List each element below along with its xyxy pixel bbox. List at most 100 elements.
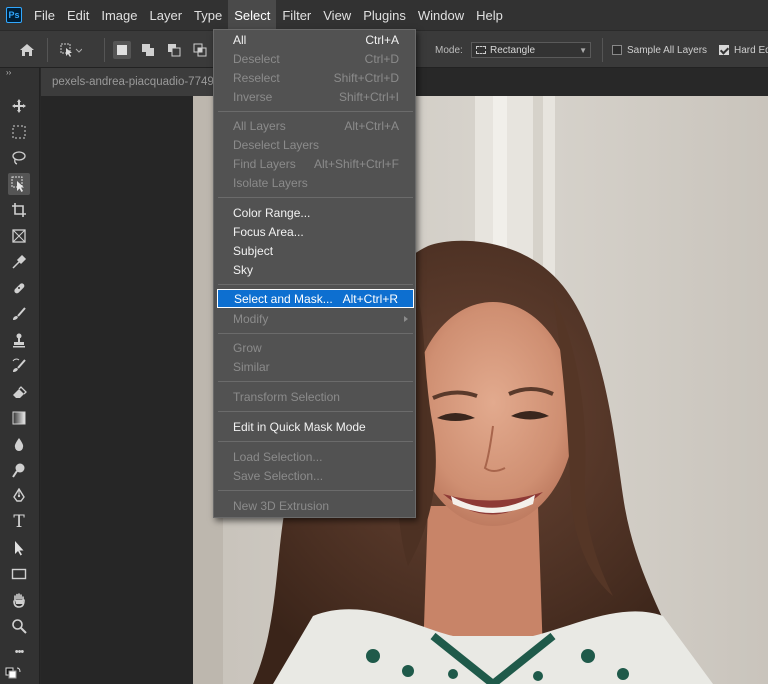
menu-select[interactable]: Select bbox=[228, 0, 277, 30]
menu-item-inverse[interactable]: Inverse Shift+Ctrl+I bbox=[217, 87, 414, 106]
tool-preset-picker[interactable] bbox=[60, 31, 82, 69]
menu-image[interactable]: Image bbox=[95, 0, 143, 30]
shortcut-label: Ctrl+A bbox=[365, 32, 399, 47]
tools-panel: ›› T ••• bbox=[0, 68, 40, 684]
menu-file[interactable]: File bbox=[28, 0, 61, 30]
hand-tool[interactable] bbox=[8, 589, 30, 611]
collapse-panel-icon[interactable]: ›› bbox=[6, 68, 11, 77]
menu-item-subject[interactable]: Subject bbox=[217, 241, 414, 260]
blur-tool[interactable] bbox=[8, 433, 30, 455]
menu-item-deselect[interactable]: Deselect Ctrl+D bbox=[217, 49, 414, 68]
menu-filter[interactable]: Filter bbox=[276, 0, 317, 30]
clone-stamp-icon bbox=[13, 333, 25, 348]
home-icon[interactable] bbox=[19, 31, 35, 69]
zoom-tool[interactable] bbox=[8, 615, 30, 637]
options-separator bbox=[47, 31, 48, 69]
history-brush-tool[interactable] bbox=[8, 355, 30, 377]
menu-item-focus-area[interactable]: Focus Area... bbox=[217, 222, 414, 241]
clone-stamp-tool[interactable] bbox=[8, 329, 30, 351]
move-tool[interactable] bbox=[8, 95, 30, 117]
menu-item-select-and-mask[interactable]: Select and Mask... Alt+Ctrl+R bbox=[217, 289, 414, 308]
intersect-selection-icon bbox=[193, 43, 207, 57]
pen-tool[interactable] bbox=[8, 485, 30, 507]
more-tools-button[interactable]: ••• bbox=[8, 641, 30, 663]
rectangle-tool[interactable] bbox=[8, 563, 30, 585]
lasso-tool[interactable] bbox=[8, 147, 30, 169]
menu-bar: Ps File Edit Image Layer Type Select Fil… bbox=[0, 0, 768, 30]
menu-item-sky[interactable]: Sky bbox=[217, 260, 414, 279]
subtract-selection-mode-button[interactable] bbox=[165, 31, 183, 69]
menu-item-all-layers[interactable]: All Layers Alt+Ctrl+A bbox=[217, 116, 414, 135]
select-menu-dropdown: All Ctrl+A Deselect Ctrl+D Reselect Shif… bbox=[213, 29, 416, 518]
intersect-selection-mode-button[interactable] bbox=[191, 31, 209, 69]
menu-item-transform-selection[interactable]: Transform Selection bbox=[217, 387, 414, 406]
zoom-icon bbox=[12, 619, 27, 634]
subtract-from-selection-icon bbox=[168, 44, 181, 57]
menu-plugins[interactable]: Plugins bbox=[357, 0, 412, 30]
more-tools-icon: ••• bbox=[14, 646, 25, 658]
rectangle-marquee-icon bbox=[476, 46, 486, 54]
menu-type[interactable]: Type bbox=[188, 0, 228, 30]
menu-item-new-3d-extrusion[interactable]: New 3D Extrusion bbox=[217, 496, 414, 515]
object-selection-tool[interactable] bbox=[8, 173, 30, 195]
marquee-tool[interactable] bbox=[8, 121, 30, 143]
eyedropper-icon bbox=[12, 254, 27, 269]
object-selection-icon bbox=[11, 176, 24, 192]
frame-tool[interactable] bbox=[8, 225, 30, 247]
gradient-icon bbox=[12, 411, 26, 425]
rectangle-icon bbox=[11, 568, 27, 580]
menu-layer[interactable]: Layer bbox=[144, 0, 189, 30]
dodge-tool[interactable] bbox=[8, 459, 30, 481]
options-separator bbox=[602, 31, 603, 69]
menu-separator bbox=[218, 381, 413, 382]
menu-item-all[interactable]: All Ctrl+A bbox=[217, 30, 414, 49]
mode-select-value: Rectangle bbox=[490, 44, 536, 56]
menu-item-grow[interactable]: Grow bbox=[217, 338, 414, 357]
shortcut-label: Ctrl+D bbox=[364, 51, 399, 66]
menu-item-find-layers[interactable]: Find Layers Alt+Shift+Ctrl+F bbox=[217, 154, 414, 173]
brush-tool[interactable] bbox=[8, 303, 30, 325]
menu-item-color-range[interactable]: Color Range... bbox=[217, 203, 414, 222]
crop-tool[interactable] bbox=[8, 199, 30, 221]
healing-brush-icon bbox=[14, 283, 25, 294]
frame-icon bbox=[12, 229, 26, 243]
menu-item-edit-in-quick-mask-mode[interactable]: Edit in Quick Mask Mode bbox=[217, 417, 414, 436]
menu-item-save-selection[interactable]: Save Selection... bbox=[217, 466, 414, 485]
menu-item-load-selection[interactable]: Load Selection... bbox=[217, 447, 414, 466]
eraser-icon bbox=[13, 386, 27, 398]
new-selection-mode-button[interactable] bbox=[113, 31, 131, 69]
healing-brush-tool[interactable] bbox=[8, 277, 30, 299]
menu-item-isolate-layers[interactable]: Isolate Layers bbox=[217, 173, 414, 192]
menu-edit[interactable]: Edit bbox=[61, 0, 95, 30]
shortcut-label: Alt+Ctrl+R bbox=[342, 291, 398, 306]
eraser-tool[interactable] bbox=[8, 381, 30, 403]
menu-help[interactable]: Help bbox=[470, 0, 509, 30]
add-selection-mode-button[interactable] bbox=[139, 31, 157, 69]
document-tab[interactable]: pexels-andrea-piacquadio-7749 bbox=[41, 68, 217, 96]
hard-edge-checkbox[interactable] bbox=[719, 45, 729, 55]
shortcut-label: Alt+Ctrl+A bbox=[344, 118, 399, 133]
shortcut-label: Alt+Shift+Ctrl+F bbox=[313, 156, 399, 171]
mode-select[interactable]: Rectangle ▼ bbox=[471, 31, 591, 69]
hard-edge-label: Hard Ed bbox=[734, 44, 768, 56]
menu-window[interactable]: Window bbox=[412, 0, 470, 30]
swap-colors-button[interactable] bbox=[2, 662, 24, 684]
shortcut-label: Shift+Ctrl+D bbox=[333, 70, 399, 85]
sample-all-layers-checkbox[interactable] bbox=[612, 45, 622, 55]
hard-edge-toggle[interactable]: Hard Ed bbox=[719, 31, 768, 69]
eyedropper-tool[interactable] bbox=[8, 251, 30, 273]
menu-item-deselect-layers[interactable]: Deselect Layers bbox=[217, 135, 414, 154]
lasso-icon bbox=[12, 151, 26, 165]
move-icon bbox=[12, 99, 26, 113]
menu-item-reselect[interactable]: Reselect Shift+Ctrl+D bbox=[217, 68, 414, 87]
marquee-icon bbox=[12, 125, 26, 139]
history-brush-icon bbox=[12, 358, 26, 372]
menu-view[interactable]: View bbox=[317, 0, 357, 30]
gradient-tool[interactable] bbox=[8, 407, 30, 429]
sample-all-layers-toggle[interactable]: Sample All Layers bbox=[612, 31, 707, 69]
path-selection-tool[interactable] bbox=[8, 537, 30, 559]
menu-item-modify[interactable]: Modify bbox=[217, 309, 414, 328]
menu-item-similar[interactable]: Similar bbox=[217, 357, 414, 376]
add-to-selection-icon bbox=[142, 44, 154, 56]
type-tool[interactable]: T bbox=[8, 511, 30, 533]
